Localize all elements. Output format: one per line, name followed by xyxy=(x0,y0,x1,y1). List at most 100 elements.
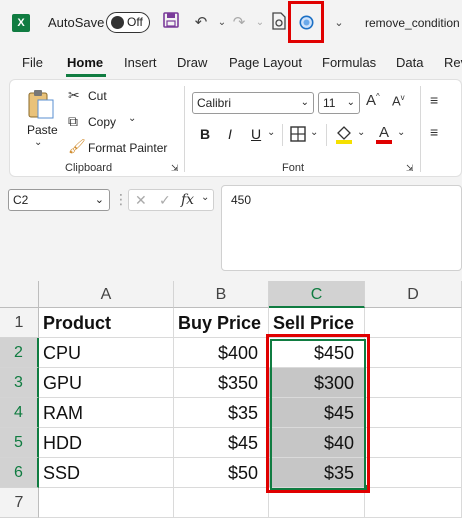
cell-a6[interactable]: SSD xyxy=(39,458,174,488)
underline-button[interactable]: U xyxy=(251,126,261,142)
autosave-toggle[interactable]: Off xyxy=(106,12,150,33)
cell-a5[interactable]: HDD xyxy=(39,428,174,458)
cell-b1[interactable]: Buy Price xyxy=(174,308,269,338)
svg-text:A: A xyxy=(379,124,389,141)
cell-c3[interactable]: $300 xyxy=(269,368,365,398)
cell-d4[interactable] xyxy=(365,398,462,428)
toggle-knob xyxy=(111,16,124,29)
chevron-down-icon: ⌄ xyxy=(346,97,355,108)
row-header-1[interactable]: 1 xyxy=(0,308,39,338)
cell-d5[interactable] xyxy=(365,428,462,458)
paste-icon[interactable] xyxy=(26,88,56,120)
align-top-icon[interactable]: ≡ xyxy=(430,92,438,108)
cell-d2[interactable] xyxy=(365,338,462,368)
cell-d3[interactable] xyxy=(365,368,462,398)
fill-handle[interactable] xyxy=(364,485,370,491)
cell-a2[interactable]: CPU xyxy=(39,338,174,368)
bold-button[interactable]: B xyxy=(200,126,210,142)
italic-button[interactable]: I xyxy=(228,126,232,142)
column-header-d[interactable]: D xyxy=(365,281,462,308)
font-size-value: 11 xyxy=(323,96,336,110)
row-header-6[interactable]: 6 xyxy=(0,458,39,488)
cell-c5[interactable]: $40 xyxy=(269,428,365,458)
column-header-a[interactable]: A xyxy=(39,281,174,308)
increase-font-size-icon[interactable]: A^ xyxy=(366,92,380,109)
borders-dropdown-icon[interactable]: ⌄ xyxy=(310,127,318,138)
paste-label[interactable]: Paste xyxy=(27,123,58,137)
insert-function-button[interactable]: fx xyxy=(181,192,194,208)
copy-label[interactable]: Copy xyxy=(88,115,116,129)
align-left-icon[interactable]: ≡ xyxy=(430,124,438,140)
column-header-c[interactable]: C xyxy=(269,281,365,308)
cell-d1[interactable] xyxy=(365,308,462,338)
cell-d6[interactable] xyxy=(365,458,462,488)
row-header-7[interactable]: 7 xyxy=(0,488,39,518)
cut-label[interactable]: Cut xyxy=(88,89,107,103)
name-box[interactable]: C2 ⌄ xyxy=(8,189,110,211)
excel-logo-icon: X xyxy=(12,14,30,32)
highlighted-quick-access-button[interactable] xyxy=(288,1,324,43)
more-options-icon[interactable]: ⋮ xyxy=(114,191,128,208)
chevron-down-icon[interactable]: ⌄ xyxy=(201,192,209,203)
print-preview-icon[interactable] xyxy=(268,12,290,34)
format-painter-label[interactable]: Format Painter xyxy=(88,141,167,155)
font-launcher-icon[interactable]: ⇲ xyxy=(406,163,414,174)
cancel-icon[interactable]: ✕ xyxy=(135,192,147,209)
select-all-corner[interactable] xyxy=(0,281,39,308)
copy-dropdown-icon[interactable]: ⌄ xyxy=(128,113,136,124)
format-painter-icon[interactable]: 🖌 xyxy=(68,138,86,155)
cell-b6[interactable]: $50 xyxy=(174,458,269,488)
cell-c4[interactable]: $45 xyxy=(269,398,365,428)
cell-b3[interactable]: $350 xyxy=(174,368,269,398)
tab-home[interactable]: Home xyxy=(67,55,103,70)
font-group-label: Font xyxy=(282,162,305,174)
save-icon[interactable] xyxy=(160,12,182,34)
chevron-down-icon: ⌄ xyxy=(300,97,309,108)
column-header-b[interactable]: B xyxy=(174,281,269,308)
tab-insert[interactable]: Insert xyxy=(124,55,157,70)
cell-c6[interactable]: $35 xyxy=(269,458,365,488)
cell-b4[interactable]: $35 xyxy=(174,398,269,428)
font-name-select[interactable]: Calibri ⌄ xyxy=(192,92,314,114)
tab-review[interactable]: Rev xyxy=(444,55,462,70)
enter-icon[interactable]: ✓ xyxy=(159,192,171,209)
formula-input[interactable]: 450 xyxy=(221,185,462,271)
font-color-icon[interactable]: A xyxy=(375,123,393,149)
tab-page-layout[interactable]: Page Layout xyxy=(229,55,302,70)
cell-a4[interactable]: RAM xyxy=(39,398,174,428)
cell-a7[interactable] xyxy=(39,488,174,518)
row-header-2[interactable]: 2 xyxy=(0,338,39,368)
clipboard-launcher-icon[interactable]: ⇲ xyxy=(171,163,179,174)
paste-dropdown-icon[interactable]: ⌄ xyxy=(34,137,42,148)
cell-b5[interactable]: $45 xyxy=(174,428,269,458)
underline-dropdown-icon[interactable]: ⌄ xyxy=(267,127,275,138)
row-header-3[interactable]: 3 xyxy=(0,368,39,398)
customize-toolbar-icon[interactable]: ⌄ xyxy=(328,12,350,34)
undo-icon[interactable]: ↶ xyxy=(190,12,212,34)
separator xyxy=(282,124,283,146)
copy-icon[interactable]: ⧉ xyxy=(68,113,78,130)
cell-a1[interactable]: Product xyxy=(39,308,174,338)
cell-c7[interactable] xyxy=(269,488,365,518)
font-color-dropdown-icon[interactable]: ⌄ xyxy=(397,127,405,138)
redo-icon[interactable]: ↷ xyxy=(228,12,250,34)
tab-file[interactable]: File xyxy=(22,55,43,70)
row-header-4[interactable]: 4 xyxy=(0,398,39,428)
cell-c1[interactable]: Sell Price xyxy=(269,308,365,338)
cut-icon[interactable]: ✂ xyxy=(68,87,80,104)
fill-color-dropdown-icon[interactable]: ⌄ xyxy=(357,127,365,138)
cell-b7[interactable] xyxy=(174,488,269,518)
tab-draw[interactable]: Draw xyxy=(177,55,207,70)
fill-color-icon[interactable] xyxy=(335,124,353,149)
file-name: remove_condition xyxy=(365,16,460,30)
cell-b2[interactable]: $400 xyxy=(174,338,269,368)
borders-icon[interactable] xyxy=(290,126,306,147)
cell-c2[interactable]: $450 xyxy=(269,338,365,368)
cell-a3[interactable]: GPU xyxy=(39,368,174,398)
cell-d7[interactable] xyxy=(365,488,462,518)
font-size-select[interactable]: 11 ⌄ xyxy=(318,92,360,114)
tab-data[interactable]: Data xyxy=(396,55,423,70)
decrease-font-size-icon[interactable]: Av xyxy=(392,93,405,108)
tab-formulas[interactable]: Formulas xyxy=(322,55,376,70)
row-header-5[interactable]: 5 xyxy=(0,428,39,458)
